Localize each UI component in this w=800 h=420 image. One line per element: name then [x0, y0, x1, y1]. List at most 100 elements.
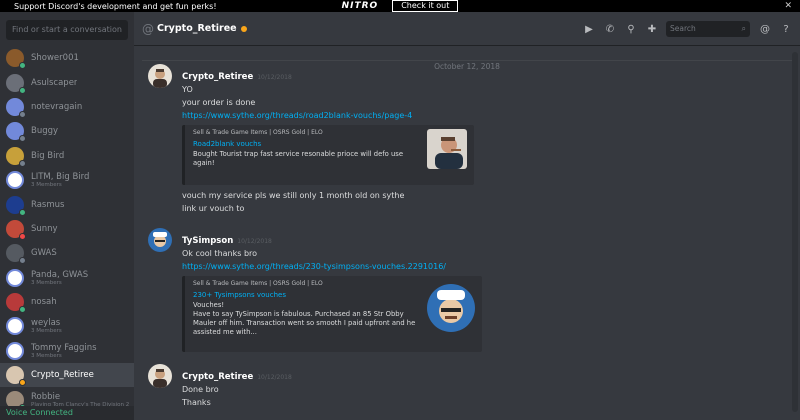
avatar [6, 341, 24, 360]
dm-item[interactable]: Tommy Faggins 3 Members [0, 339, 134, 363]
message-text: YO [182, 85, 193, 94]
nitro-message: Support Discord's development and get fu… [14, 1, 217, 11]
voice-call-icon[interactable]: ✆ [604, 24, 616, 35]
dm-item[interactable]: Sunny [0, 217, 134, 241]
avatar [6, 244, 26, 265]
link-embed: Sell & Trade Game Items | OSRS Gold | EL… [182, 276, 482, 352]
dm-item[interactable]: GWAS [0, 241, 134, 265]
voice-connected-status: Voice Connected [0, 406, 134, 420]
embed-title[interactable]: Road2blank vouchs [193, 140, 466, 148]
dm-sidebar: Find or start a conversation Shower001 As… [0, 12, 134, 420]
find-conversation-input[interactable]: Find or start a conversation [6, 20, 128, 40]
avatar[interactable] [148, 228, 172, 252]
dm-item[interactable]: nosah [0, 290, 134, 314]
avatar [6, 195, 26, 216]
message-text: your order is done [182, 98, 256, 107]
channel-title: Crypto_Retiree [157, 23, 237, 34]
status-indicator [19, 208, 26, 216]
dm-item[interactable]: Panda, GWAS 3 Members [0, 266, 134, 290]
dm-item-name: Sunny [31, 223, 58, 234]
idle-status-dot [240, 25, 247, 32]
message-timestamp: 10/12/2018 [257, 74, 292, 81]
avatar [6, 366, 26, 387]
embed-thumbnail[interactable] [427, 284, 475, 332]
add-friend-icon[interactable]: ✚ [646, 24, 658, 35]
message-text: vouch my service pls we still only 1 mon… [182, 191, 405, 200]
avatar [6, 219, 26, 240]
status-indicator [19, 110, 26, 118]
status-indicator [19, 257, 26, 265]
status-indicator [19, 159, 26, 167]
embed-provider: Sell & Trade Game Items | OSRS Gold | EL… [193, 280, 323, 287]
message-timestamp: 10/12/2018 [237, 238, 272, 245]
dm-item-subtext: 3 Members [31, 182, 62, 189]
avatar [6, 73, 26, 94]
status-indicator [19, 232, 26, 240]
embed-provider: Sell & Trade Game Items | OSRS Gold | EL… [193, 129, 323, 136]
dm-item[interactable]: weylas 3 Members [0, 314, 134, 338]
avatar[interactable] [148, 64, 172, 88]
dm-item-name: Big Bird [31, 150, 65, 161]
at-icon: @ [142, 21, 154, 36]
dm-item-name: Rasmus [31, 199, 65, 210]
dm-item-name: Panda, GWAS [31, 269, 89, 280]
pin-icon[interactable]: ⚲ [625, 24, 637, 35]
dm-item-name: weylas [31, 318, 61, 329]
avatar [6, 146, 26, 167]
search-input[interactable]: Search ⌕ [666, 21, 750, 37]
channel-header: @ Crypto_Retiree ▶ ✆ ⚲ ✚ Search ⌕ @ ? [134, 12, 800, 46]
dm-item-name: notevragain [31, 101, 83, 112]
avatar [6, 122, 26, 143]
message-link[interactable]: https://www.sythe.org/threads/230-tysimp… [182, 260, 772, 273]
message-text: link ur vouch to [182, 204, 245, 213]
dm-item[interactable]: Asulscaper [0, 70, 134, 94]
avatar [6, 97, 26, 118]
message-text: Ok cool thanks bro [182, 249, 258, 258]
chat-scrollbar[interactable] [792, 52, 798, 412]
dm-item[interactable]: Big Bird [0, 144, 134, 168]
message-timestamp: 10/12/2018 [257, 374, 292, 381]
dm-list: Shower001 Asulscaper notevragain Buggy Big B… [0, 46, 134, 412]
dm-item-name: LITM, Big Bird [31, 172, 90, 183]
dm-item[interactable]: Shower001 [0, 46, 134, 70]
dm-item-name: Crypto_Retiree [31, 370, 94, 381]
dm-item-name: Asulscaper [31, 77, 78, 88]
avatar [6, 317, 24, 336]
message-text: Thanks [182, 398, 211, 407]
dm-item-subtext: 3 Members [31, 279, 62, 286]
avatar [6, 293, 26, 314]
dm-item[interactable]: Crypto_Retiree [0, 363, 134, 388]
dm-item-name: GWAS [31, 248, 57, 259]
avatar [6, 49, 26, 70]
chat-area: @ Crypto_Retiree ▶ ✆ ⚲ ✚ Search ⌕ @ ? Oc… [134, 12, 800, 420]
status-indicator [19, 135, 26, 143]
dm-item[interactable]: Rasmus [0, 192, 134, 216]
avatar [6, 171, 24, 190]
dm-item[interactable]: Buggy [0, 119, 134, 143]
avatar[interactable] [148, 364, 172, 388]
status-indicator [19, 62, 26, 70]
message-author[interactable]: TySimpson [182, 236, 233, 246]
dm-item[interactable]: notevragain [0, 95, 134, 119]
dm-item-name: Buggy [31, 126, 59, 137]
embed-description: Bought Tourist trap fast service resonab… [193, 150, 404, 167]
message-link[interactable]: https://www.sythe.org/threads/road2blank… [182, 109, 772, 122]
message-author[interactable]: Crypto_Retiree [182, 72, 253, 82]
search-icon: ⌕ [741, 24, 746, 33]
embed-description: Vouches! Have to say TySimpson is fabulo… [193, 301, 416, 336]
message-author[interactable]: Crypto_Retiree [182, 372, 253, 382]
dm-item[interactable]: LITM, Big Bird 3 Members [0, 168, 134, 192]
close-banner-icon[interactable]: ✕ [784, 0, 792, 12]
video-call-icon[interactable]: ▶ [583, 24, 595, 35]
status-indicator [19, 306, 26, 314]
dm-item-subtext: 3 Members [31, 352, 62, 359]
dm-item-name: Tommy Faggins [31, 342, 97, 353]
help-icon[interactable]: ? [780, 24, 792, 35]
nitro-banner: NITRO Support Discord's development and … [0, 0, 800, 12]
search-placeholder: Search [670, 24, 696, 33]
embed-thumbnail[interactable] [427, 129, 467, 169]
status-indicator [19, 86, 26, 94]
dm-item-name: Shower001 [31, 53, 79, 64]
mentions-icon[interactable]: @ [759, 24, 771, 35]
link-embed: Sell & Trade Game Items | OSRS Gold | EL… [182, 125, 474, 185]
